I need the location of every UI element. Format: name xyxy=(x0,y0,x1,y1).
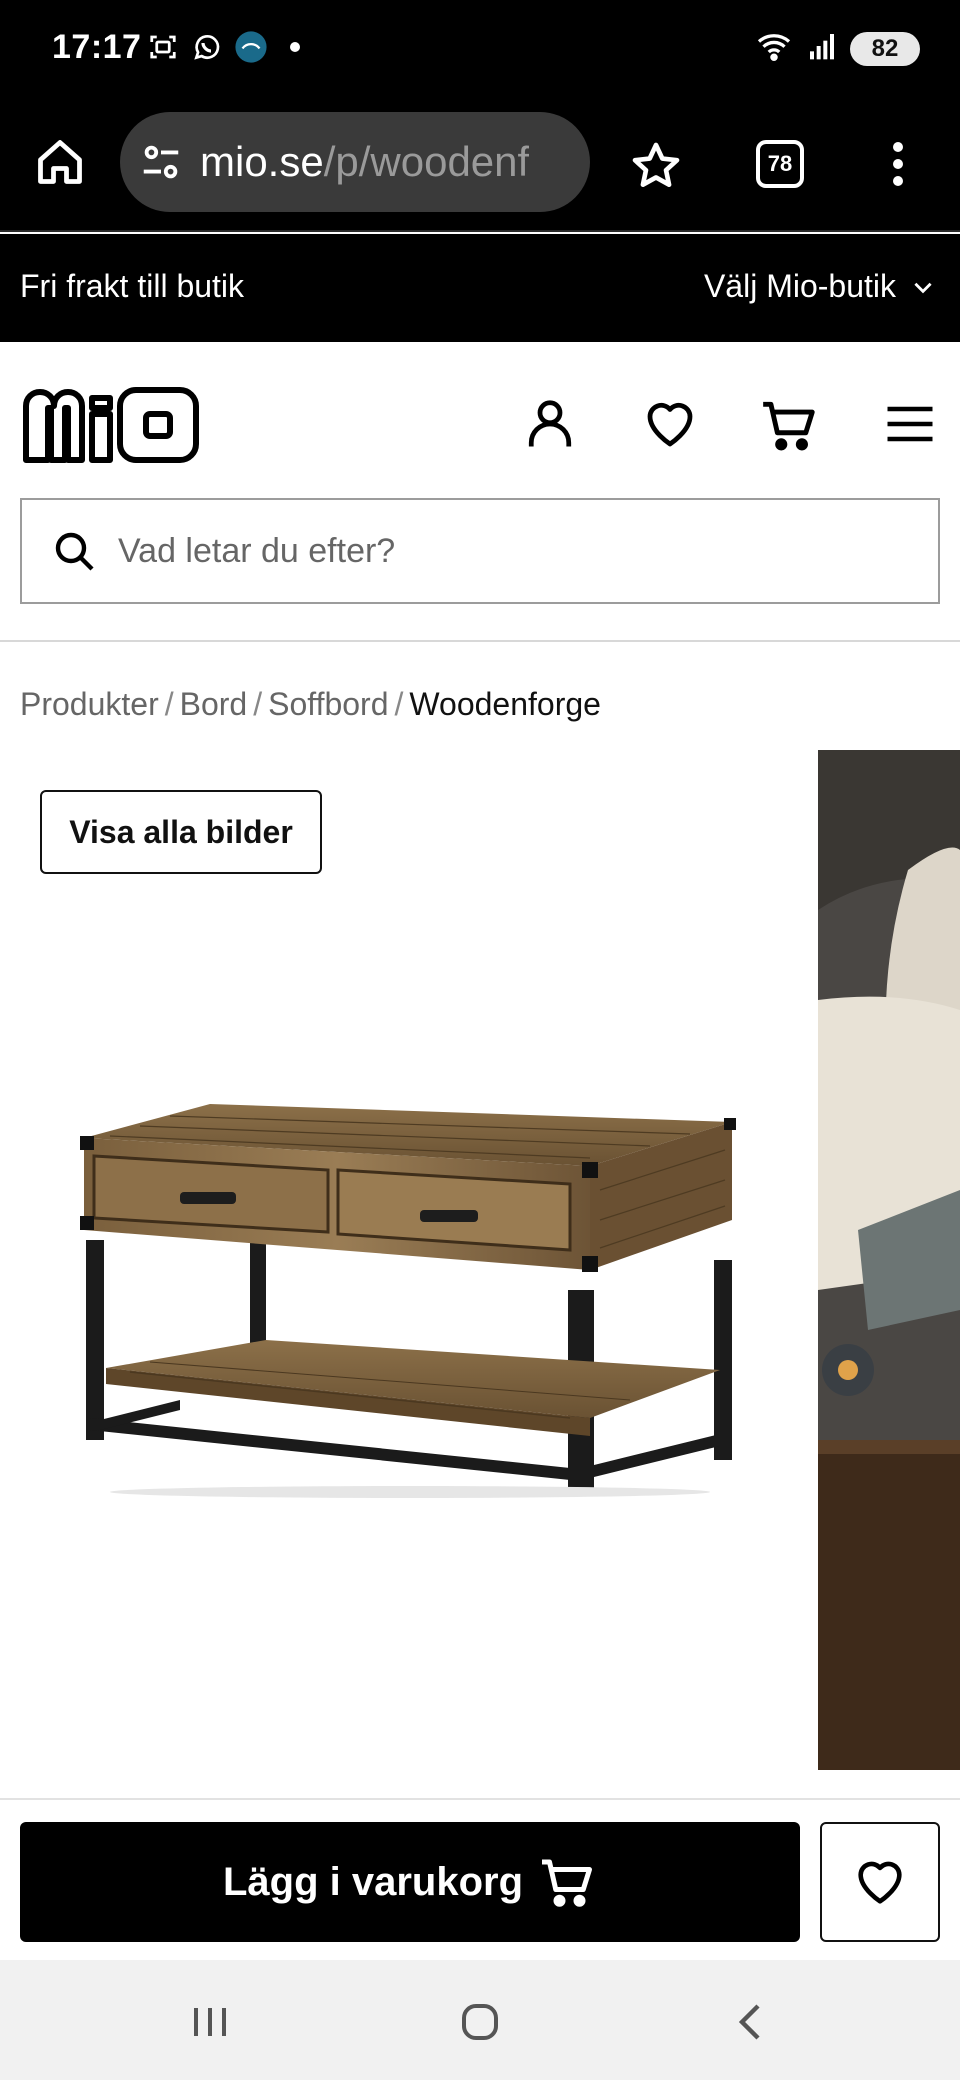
cart-icon[interactable] xyxy=(758,394,818,454)
disney-plus-icon xyxy=(234,30,268,64)
back-icon[interactable] xyxy=(728,1998,776,2046)
hamburger-menu-icon[interactable] xyxy=(880,394,940,454)
url-domain: mio.se xyxy=(200,138,324,185)
url-text[interactable]: mio.se/p/woodenf xyxy=(200,138,529,186)
add-to-wishlist-button[interactable] xyxy=(820,1822,940,1942)
search-icon xyxy=(55,532,94,571)
promo-strip: Fri frakt till butik Välj Mio-butik xyxy=(0,234,960,342)
signal-icon xyxy=(806,29,838,68)
breadcrumb: Produkter / Bord / Soffbord / Woodenforg… xyxy=(20,686,601,723)
tab-switcher-button[interactable]: 78 xyxy=(756,140,804,188)
chevron-down-icon xyxy=(914,282,932,293)
battery-icon: 82 xyxy=(850,31,920,66)
wifi-icon xyxy=(754,28,794,69)
status-notification-icons xyxy=(146,30,300,64)
status-system-icons: 82 xyxy=(754,28,920,69)
home-button-icon[interactable] xyxy=(456,1998,504,2046)
add-to-cart-label: Lägg i varukorg xyxy=(222,1859,524,1904)
whatsapp-icon xyxy=(190,30,224,64)
status-time: 17:17 xyxy=(52,28,142,66)
lifestyle-image[interactable] xyxy=(818,750,960,1770)
home-icon[interactable] xyxy=(34,136,86,188)
address-bar[interactable]: mio.se/p/woodenf xyxy=(120,112,590,212)
notification-dot xyxy=(290,42,300,52)
sticky-buy-bar: Lägg i varukorg xyxy=(0,1798,960,1960)
store-selector-label: Välj Mio-butik xyxy=(703,268,896,304)
search-input[interactable] xyxy=(118,531,898,571)
breadcrumb-link-soffbord[interactable]: Soffbord xyxy=(268,686,388,723)
mio-logo[interactable] xyxy=(20,384,202,466)
add-to-cart-button[interactable]: Lägg i varukorg xyxy=(20,1822,800,1942)
breadcrumb-separator: / xyxy=(164,686,174,722)
system-navigation-bar xyxy=(0,1960,960,2080)
search-box[interactable] xyxy=(20,498,940,604)
product-main-image[interactable]: Visa alla bilder xyxy=(0,750,820,1770)
battery-level: 82 xyxy=(871,34,899,62)
store-selector[interactable]: Välj Mio-butik xyxy=(704,268,936,305)
free-shipping-text: Fri frakt till butik xyxy=(20,268,245,304)
product-gallery[interactable]: Visa alla bilder xyxy=(0,750,960,1770)
coffee-table-image xyxy=(80,1104,736,1498)
site-header xyxy=(0,342,960,502)
url-path: /p/woodenf xyxy=(323,138,530,185)
breadcrumb-current: Woodenforge xyxy=(409,686,601,722)
breadcrumb-separator: / xyxy=(394,686,404,722)
screenshot-icon xyxy=(146,30,180,64)
browser-menu-icon[interactable] xyxy=(880,136,916,192)
breadcrumb-link-bord[interactable]: Bord xyxy=(180,686,248,723)
account-icon[interactable] xyxy=(520,394,580,454)
recent-apps-icon[interactable] xyxy=(186,1998,234,2046)
header-divider xyxy=(0,640,960,642)
site-settings-icon[interactable] xyxy=(138,139,184,185)
breadcrumb-link-produkter[interactable]: Produkter xyxy=(20,686,159,723)
heart-icon[interactable] xyxy=(640,394,700,454)
bookmark-star-icon[interactable] xyxy=(628,138,684,194)
cart-icon xyxy=(542,1859,593,1907)
status-bar: 17:17 82 xyxy=(0,0,960,100)
breadcrumb-separator: / xyxy=(253,686,263,722)
show-all-images-button[interactable]: Visa alla bilder xyxy=(40,790,322,874)
browser-toolbar: mio.se/p/woodenf 78 xyxy=(0,100,960,232)
heart-icon xyxy=(858,1861,902,1904)
